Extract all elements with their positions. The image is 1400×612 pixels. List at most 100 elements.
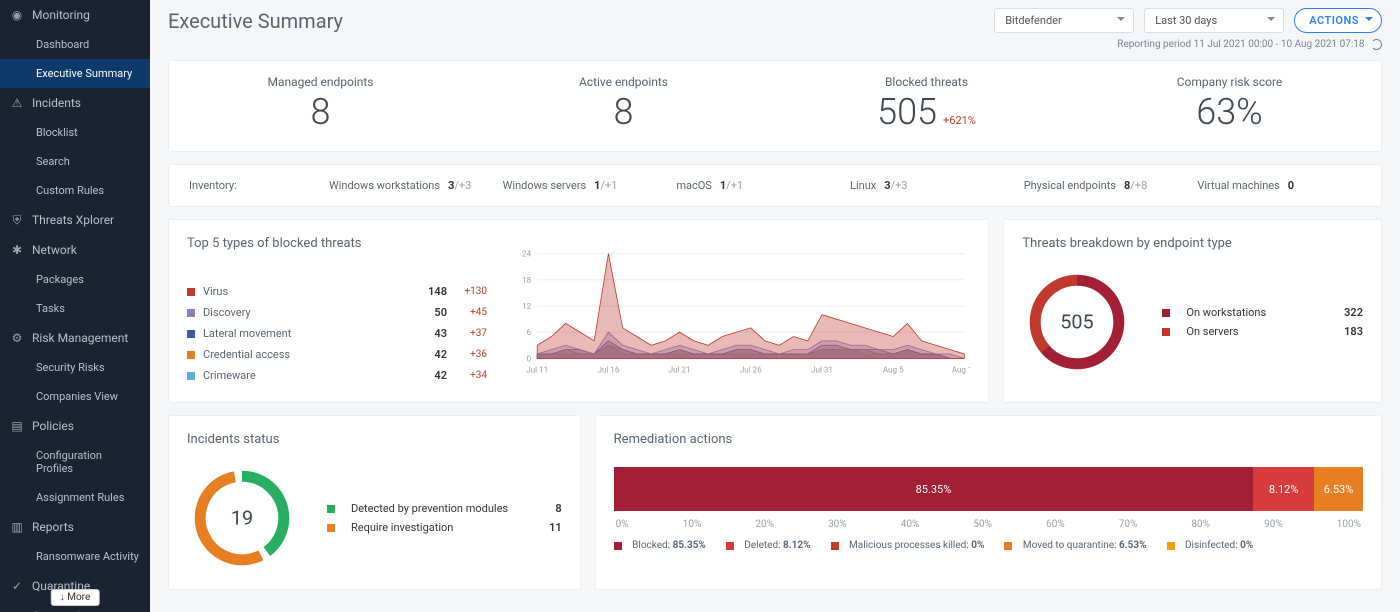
incidents-title: Incidents status <box>187 432 562 447</box>
risk-icon: ⚙ <box>10 331 24 345</box>
kpi-label: Active endpoints <box>482 75 765 89</box>
sidebar-item-label: Packages <box>36 273 84 286</box>
svg-text:Aug 5: Aug 5 <box>883 366 904 375</box>
legend-item: Disinfected: 0% <box>1167 540 1254 551</box>
color-swatch <box>831 542 839 550</box>
kpi-value: 8 <box>179 91 462 133</box>
page-title: Executive Summary <box>168 9 984 33</box>
inventory-item: Physical endpoints8/+8 <box>1024 179 1188 192</box>
legend-item: Deleted: 8.12% <box>726 540 811 551</box>
legend-row: Detected by prevention modules8 <box>327 499 562 518</box>
sidebar-item-executive-summary[interactable]: Executive Summary <box>0 59 150 88</box>
svg-text:Jul 31: Jul 31 <box>811 366 833 375</box>
sidebar-item-incidents[interactable]: ⚠ Incidents <box>0 88 150 118</box>
breakdown-title: Threats breakdown by endpoint type <box>1022 236 1363 251</box>
remediation-segment: 6.53% <box>1314 467 1363 511</box>
sidebar-item-label: Monitoring <box>32 8 90 22</box>
reporting-period: Reporting period 11 Jul 2021 00:00 - 10 … <box>168 39 1382 50</box>
sidebar-item-assignment-rules[interactable]: Assignment Rules <box>0 483 150 512</box>
sidebar-item-label: Executive Summary <box>36 67 132 80</box>
sidebar-item-monitoring[interactable]: ◉Monitoring <box>0 0 150 30</box>
kpi-row: Managed endpoints8Active endpoints8Block… <box>168 60 1382 152</box>
sidebar-item-label: Network <box>32 243 77 257</box>
legend-item: Blocked: 85.35% <box>614 540 706 551</box>
remediation-segment: 8.12% <box>1253 467 1314 511</box>
shield-icon: ⛨ <box>10 213 24 227</box>
threat-row: Discovery50+45 <box>187 302 487 323</box>
kpi-label: Managed endpoints <box>179 75 462 89</box>
sidebar-item-security-risks[interactable]: Security Risks <box>0 353 150 382</box>
refresh-icon[interactable] <box>1371 39 1382 50</box>
sidebar-item-policies[interactable]: ▤Policies <box>0 411 150 441</box>
sidebar-item-label: Reports <box>32 520 74 534</box>
company-dropdown[interactable]: Bitdefender <box>994 8 1134 33</box>
legend-row: Require investigation11 <box>327 518 562 537</box>
header: Executive Summary Bitdefender Last 30 da… <box>168 8 1382 33</box>
sidebar-item-label: Ransomware Activity <box>36 550 139 563</box>
inventory-item: macOS1/+1 <box>676 179 840 192</box>
svg-text:6: 6 <box>527 328 532 337</box>
color-swatch <box>726 542 734 550</box>
sidebar-item-configuration-profiles[interactable]: Configuration Profiles <box>0 441 150 483</box>
color-swatch <box>614 542 622 550</box>
sidebar-item-dashboard[interactable]: Dashboard <box>0 30 150 59</box>
color-swatch <box>327 524 335 532</box>
breakdown-donut: 505 <box>1022 267 1132 377</box>
svg-text:Jul 16: Jul 16 <box>597 366 619 375</box>
kpi-blocked-threats: Blocked threats505+621% <box>775 61 1078 151</box>
sidebar-item-custom-rules[interactable]: Custom Rules <box>0 176 150 205</box>
kpi-value: 8 <box>482 91 765 133</box>
sidebar-item-companies-view[interactable]: Companies View <box>0 382 150 411</box>
report-icon: ▥ <box>10 520 24 534</box>
sidebar-item-label: Incidents <box>32 96 81 110</box>
inventory-row: Inventory: Windows workstations3/+3Windo… <box>168 164 1382 207</box>
svg-text:Aug 10: Aug 10 <box>952 366 971 375</box>
kpi-company-risk-score: Company risk score 63% <box>1078 61 1381 151</box>
sidebar-item-label: Blocklist <box>36 126 78 139</box>
breakdown-panel: Threats breakdown by endpoint type 505 O… <box>1003 219 1382 403</box>
sidebar-item-blocklist[interactable]: Blocklist <box>0 118 150 147</box>
more-button[interactable]: ↓ More <box>51 589 100 606</box>
top5-panel: Top 5 types of blocked threats Virus148+… <box>168 219 989 403</box>
svg-text:Jul 26: Jul 26 <box>740 366 762 375</box>
svg-text:18: 18 <box>522 276 532 285</box>
sidebar-item-packages[interactable]: Packages <box>0 265 150 294</box>
sidebar-item-search[interactable]: Search <box>0 147 150 176</box>
sidebar-item-ransomware-activity[interactable]: Ransomware Activity <box>0 542 150 571</box>
svg-text:24: 24 <box>522 250 532 259</box>
kpi-managed-endpoints: Managed endpoints 8 <box>169 61 472 151</box>
sidebar-item-network[interactable]: ✱Network <box>0 235 150 265</box>
legend-row: On servers183 <box>1162 322 1363 341</box>
color-swatch <box>1004 542 1012 550</box>
inventory-item: Windows workstations3/+3 <box>329 179 493 192</box>
kpi-label: Company risk score <box>1088 75 1371 89</box>
threat-row: Virus148+130 <box>187 281 487 302</box>
sidebar-item-reports[interactable]: ▥ Reports <box>0 512 150 542</box>
alert-icon: ⚠ <box>10 96 24 110</box>
sidebar-item-label: Search <box>36 155 70 168</box>
quarantine-icon: ✓ <box>10 579 24 593</box>
inventory-label: Inventory: <box>189 179 329 192</box>
remediation-legend: Blocked: 85.35% Deleted: 8.12% Malicious… <box>614 540 1363 551</box>
remediation-panel: Remediation actions 85.35%8.12%6.53% 0%1… <box>595 415 1382 590</box>
range-dropdown[interactable]: Last 30 days <box>1144 8 1284 33</box>
sidebar-item-threats-xplorer[interactable]: ⛨Threats Xplorer <box>0 205 150 235</box>
color-swatch <box>187 351 195 359</box>
color-swatch <box>187 372 195 380</box>
color-swatch <box>1162 328 1170 336</box>
sidebar-item-label: Custom Rules <box>36 184 104 197</box>
actions-button[interactable]: ACTIONS <box>1294 8 1382 33</box>
color-swatch <box>1167 542 1175 550</box>
remediation-segment: 85.35% <box>614 467 1254 511</box>
kpi-value: 63% <box>1088 91 1371 133</box>
sidebar-item-risk-management[interactable]: ⚙Risk Management <box>0 323 150 353</box>
kpi-value: 505+621% <box>785 91 1068 133</box>
threat-row: Crimeware42+34 <box>187 365 487 386</box>
threat-row: Credential access42+36 <box>187 344 487 365</box>
sidebar-item-tasks[interactable]: Tasks <box>0 294 150 323</box>
inventory-item: Linux3/+3 <box>850 179 1014 192</box>
incidents-donut: 19 <box>187 463 297 573</box>
svg-text:12: 12 <box>522 302 532 311</box>
sidebar-item-label: Assignment Rules <box>36 491 124 504</box>
threat-row: Lateral movement43+37 <box>187 323 487 344</box>
